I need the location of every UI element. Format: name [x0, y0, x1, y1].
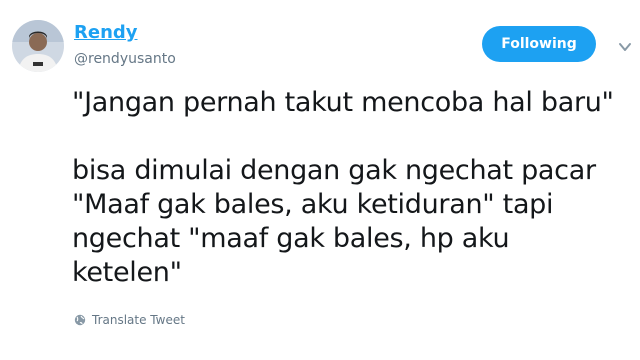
user-display-name[interactable]: Rendy	[74, 22, 138, 44]
avatar[interactable]	[12, 20, 64, 72]
tweet-text-line: "Jangan pernah takut mencoba hal baru"	[72, 87, 614, 118]
tweet-text: "Jangan pernah takut mencoba hal baru" b…	[72, 86, 632, 290]
tweet-text-line: ngechat "maaf gak bales, hp aku	[72, 223, 510, 254]
tweet-text-line: ketelen"	[72, 257, 182, 288]
chevron-down-icon[interactable]	[618, 38, 632, 51]
tweet-text-line: bisa dimulai dengan gak ngechat pacar	[72, 155, 596, 186]
tweet-card: Rendy @rendyusanto Following "Jangan per…	[0, 0, 640, 360]
translate-tweet-link[interactable]: Translate Tweet	[74, 313, 185, 327]
tweet-text-line: "Maaf gak bales, aku ketiduran" tapi	[72, 189, 554, 220]
user-handle[interactable]: @rendyusanto	[74, 50, 176, 68]
globe-icon	[74, 314, 86, 326]
following-button[interactable]: Following	[482, 26, 596, 62]
translate-label: Translate Tweet	[92, 313, 185, 327]
avatar-photo	[12, 20, 64, 72]
